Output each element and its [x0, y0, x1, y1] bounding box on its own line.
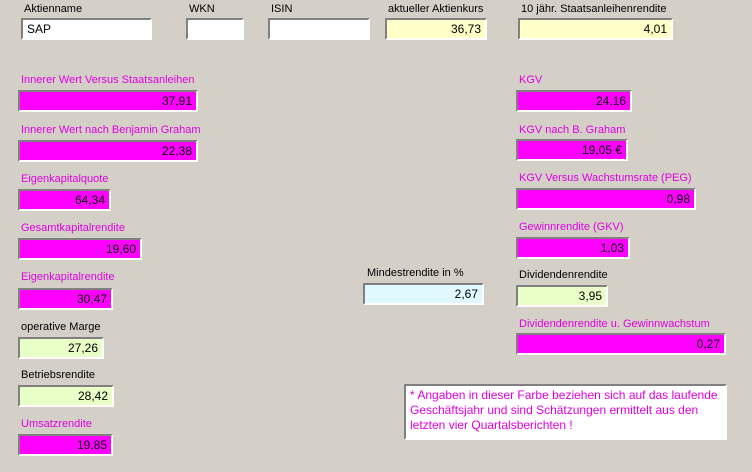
wkn-label: WKN	[189, 3, 215, 15]
operative-marge-label: operative Marge	[21, 321, 101, 333]
aktienkurs-label: aktueller Aktienkurs	[388, 3, 484, 15]
umsatzrendite-field[interactable]: 19,85	[18, 434, 113, 456]
isin-input[interactable]	[268, 18, 370, 40]
gesamtkapitalrendite-field[interactable]: 19,60	[18, 238, 142, 260]
mindestrendite-label: Mindestrendite in %	[367, 267, 464, 279]
mindestrendite-field[interactable]: 2,67	[363, 283, 484, 305]
aktienname-input[interactable]: SAP	[21, 18, 152, 40]
staatsanleihe-label: 10 jähr. Staatsanleihenrendite	[521, 3, 667, 15]
kgv-graham-label: KGV nach B. Graham	[519, 124, 626, 136]
gewinnrendite-label: Gewinnrendite (GKV)	[519, 221, 624, 233]
innerer-wert-staat-field[interactable]: 37,91	[18, 90, 198, 112]
kgv-graham-field[interactable]: 19,05 €	[516, 139, 628, 161]
div-wachstum-label: Dividendenrendite u. Gewinnwachstum	[519, 318, 710, 330]
eigenkapitalrendite-label: Eigenkapitalrendite	[21, 271, 115, 283]
kgv-label: KGV	[519, 74, 543, 86]
gewinnrendite-field[interactable]: 1,03	[516, 237, 630, 259]
peg-label: KGV Versus Wachstumsrate (PEG)	[519, 172, 692, 184]
betriebsrendite-field[interactable]: 28,42	[18, 385, 114, 407]
isin-label: ISIN	[271, 3, 293, 15]
gesamtkapitalrendite-label: Gesamtkapitalrendite	[21, 222, 125, 234]
innerer-wert-graham-field[interactable]: 22,38	[18, 140, 198, 162]
eigenkapitalquote-label: Eigenkapitalquote	[21, 173, 109, 185]
innerer-wert-staat-label: Innerer Wert Versus Staatsanleihen	[21, 74, 195, 86]
kgv-field[interactable]: 24,16	[516, 90, 632, 112]
eigenkapitalquote-field[interactable]: 64,34	[18, 189, 111, 211]
staatsanleihe-input[interactable]: 4,01	[518, 18, 673, 40]
operative-marge-field[interactable]: 27,26	[18, 337, 104, 359]
wkn-input[interactable]	[186, 18, 244, 40]
div-wachstum-field[interactable]: 0,27	[516, 333, 726, 355]
aktienkurs-input[interactable]: 36,73	[385, 18, 487, 40]
dividendenrendite-field[interactable]: 3,95	[516, 285, 608, 307]
innerer-wert-graham-label: Innerer Wert nach Benjamin Graham	[21, 124, 201, 136]
estimate-note: * Angaben in dieser Farbe beziehen sich …	[404, 384, 727, 440]
betriebsrendite-label: Betriebsrendite	[21, 369, 95, 381]
eigenkapitalrendite-field[interactable]: 30,47	[18, 288, 113, 310]
umsatzrendite-label: Umsatzrendite	[21, 418, 92, 430]
aktienname-label: Aktienname	[24, 3, 83, 15]
peg-field[interactable]: 0,98	[516, 188, 696, 210]
dividendenrendite-label: Dividendenrendite	[519, 269, 608, 281]
